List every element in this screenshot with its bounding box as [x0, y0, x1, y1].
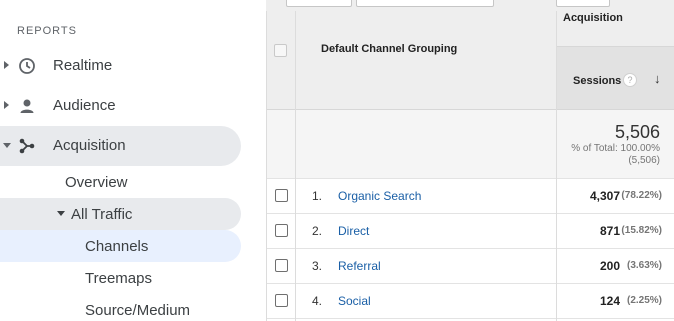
sort-descending-icon[interactable]: ↓: [654, 71, 661, 86]
sidebar-item-all-traffic[interactable]: All Traffic: [71, 206, 132, 223]
row-index: 1.: [312, 189, 323, 203]
sessions-percent: (2.25%): [626, 295, 662, 306]
sessions-value: 124: [599, 294, 620, 308]
toolbar-button[interactable]: [556, 0, 610, 7]
channel-link[interactable]: Direct: [338, 224, 369, 238]
sessions-percent: (15.82%): [621, 225, 662, 236]
row-index: 3.: [312, 259, 323, 273]
row-checkbox[interactable]: [275, 294, 288, 307]
select-all-checkbox[interactable]: [274, 44, 287, 57]
row-checkbox[interactable]: [275, 224, 288, 237]
help-icon[interactable]: ?: [623, 73, 637, 87]
nav-item-acquisition[interactable]: Acquisition: [0, 126, 241, 166]
column-divider: [266, 11, 267, 321]
sessions-percent: (3.63%): [626, 260, 662, 271]
nav-label: Acquisition: [53, 137, 126, 154]
collapse-caret-icon: [57, 211, 65, 216]
clock-icon: [18, 57, 36, 75]
row-index: 4.: [312, 294, 323, 308]
sidebar: REPORTS Realtime Audience Acquisition Ov…: [0, 0, 266, 321]
nav-item-audience[interactable]: Audience: [0, 86, 241, 126]
reports-section-title: REPORTS: [17, 25, 77, 37]
column-divider: [295, 11, 296, 321]
table-row: 2. Direct 871 (15.82%): [266, 214, 674, 249]
nav-item-realtime[interactable]: Realtime: [0, 46, 241, 86]
channel-link[interactable]: Social: [338, 294, 371, 308]
person-icon: [18, 97, 36, 115]
report-table: Default Channel Grouping Acquisition Ses…: [266, 0, 674, 321]
sidebar-item-channels[interactable]: Channels: [85, 238, 148, 255]
table-row: 3. Referral 200 (3.63%): [266, 249, 674, 284]
table-row: 1. Organic Search 4,307 (78.22%): [266, 179, 674, 214]
channel-link[interactable]: Referral: [338, 259, 381, 273]
row-checkbox[interactable]: [275, 189, 288, 202]
total-sessions-value: 5,506: [614, 122, 660, 142]
toolbar-dropdown[interactable]: [356, 0, 494, 7]
dimension-column-header[interactable]: Default Channel Grouping: [321, 43, 457, 55]
row-checkbox[interactable]: [275, 259, 288, 272]
sessions-value: 4,307: [589, 189, 620, 203]
acquisition-group-header: Acquisition: [563, 12, 623, 24]
collapse-caret-icon: [3, 143, 11, 148]
expand-caret-icon: [4, 61, 9, 69]
total-count-label: (5,506): [628, 155, 660, 166]
sessions-value: 200: [599, 259, 620, 273]
table-row: 4. Social 124 (2.25%): [266, 284, 674, 319]
sessions-header-label: Sessions: [573, 75, 622, 87]
column-divider: [556, 11, 557, 321]
sessions-value: 871: [599, 224, 620, 238]
acquisition-icon: [18, 137, 36, 155]
nav-label: Realtime: [53, 57, 113, 74]
total-percent-label: % of Total: 100.00%: [571, 143, 660, 154]
sidebar-item-source-medium[interactable]: Source/Medium: [85, 302, 190, 319]
expand-caret-icon: [4, 101, 9, 109]
row-index: 2.: [312, 224, 323, 238]
nav-label: Audience: [53, 97, 116, 114]
toolbar-button[interactable]: [286, 0, 352, 7]
sidebar-item-overview[interactable]: Overview: [65, 174, 128, 191]
sidebar-item-treemaps[interactable]: Treemaps: [85, 270, 152, 287]
sessions-percent: (78.22%): [621, 190, 662, 201]
channel-link[interactable]: Organic Search: [338, 189, 421, 203]
